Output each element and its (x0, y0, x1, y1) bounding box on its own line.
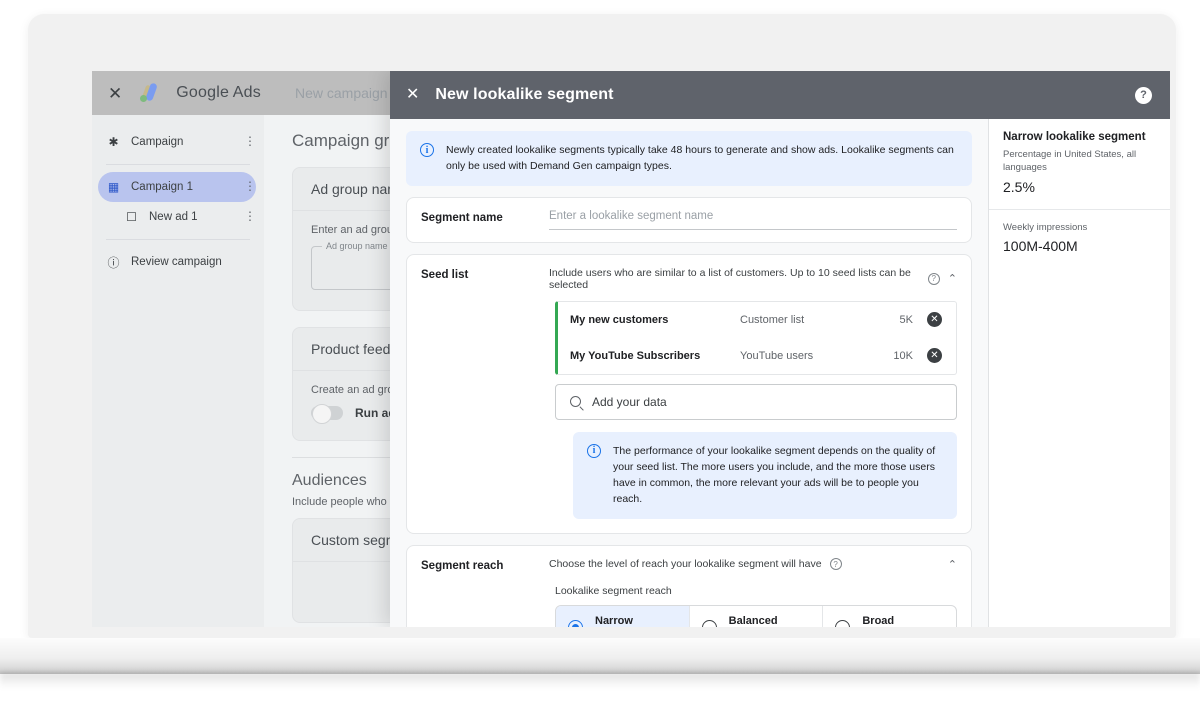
remove-seed-button[interactable]: ✕ (927, 348, 942, 363)
laptop-base (0, 638, 1200, 674)
radio-icon (702, 620, 717, 627)
summary-value: 2.5% (1003, 179, 1156, 195)
seed-list-label: Seed list (421, 267, 549, 521)
option-title: Broad (862, 615, 894, 627)
seed-list-card: Seed list Include users who are similar … (406, 254, 972, 534)
info-icon: i (420, 143, 434, 157)
remove-seed-button[interactable]: ✕ (927, 312, 942, 327)
divider (106, 164, 250, 165)
reach-sub-label: Lookalike segment reach (555, 585, 957, 597)
input-legend: Ad group name (322, 241, 392, 251)
segment-reach-card: Segment reach Choose the level of reach … (406, 545, 972, 627)
laptop-mockup: ✕ Google Ads New campaign ✱ Campaign ⋮ (0, 0, 1200, 702)
seed-name: My YouTube Subscribers (570, 350, 740, 362)
add-your-data-input[interactable]: Add your data (555, 384, 957, 420)
chevron-up-icon[interactable]: ⌃ (948, 272, 957, 285)
table-row[interactable]: My new customers Customer list 5K ✕ (558, 302, 956, 338)
more-options-icon[interactable]: ⋮ (244, 213, 256, 220)
seed-type: Customer list (740, 314, 869, 326)
seed-count: 5K (869, 314, 913, 326)
banner-text: Newly created lookalike segments typical… (446, 142, 958, 175)
seed-count: 10K (869, 350, 913, 362)
impressions-value: 100M-400M (1003, 238, 1156, 254)
radio-option-broad[interactable]: Broad 10% (823, 606, 956, 627)
seed-name: My new customers (570, 314, 740, 326)
laptop-screen: ✕ Google Ads New campaign ✱ Campaign ⋮ (92, 71, 1170, 627)
laptop-shadow (0, 672, 1200, 688)
chevron-up-icon[interactable]: ⌃ (948, 558, 957, 571)
sidebar-item-label: New ad 1 (149, 211, 234, 223)
seed-list-info-banner: i The performance of your lookalike segm… (573, 432, 957, 519)
run-ads-toggle[interactable] (311, 406, 343, 420)
dialog-title: New lookalike segment (435, 86, 613, 104)
table-row[interactable]: My YouTube Subscribers YouTube users 10K… (558, 338, 956, 374)
impressions-label: Weekly impressions (1003, 222, 1156, 233)
help-icon[interactable]: ? (928, 273, 940, 285)
seed-list-table: My new customers Customer list 5K ✕ My Y… (555, 301, 957, 375)
close-icon[interactable]: ✕ (406, 87, 419, 103)
banner-text: The performance of your lookalike segmen… (613, 443, 943, 508)
square-icon: ☐ (124, 210, 139, 224)
radio-option-narrow[interactable]: Narrow 2.5% (556, 606, 690, 627)
divider (106, 239, 250, 240)
summary-impressions-block: Weekly impressions 100M-400M (989, 210, 1170, 268)
google-ads-app: ✕ Google Ads New campaign ✱ Campaign ⋮ (92, 71, 1170, 627)
search-placeholder: Add your data (592, 395, 667, 409)
radio-icon (568, 620, 583, 627)
info-icon: ⓘ (106, 254, 121, 271)
sidebar-item-campaign-1[interactable]: ▦ Campaign 1 ⋮ (98, 172, 256, 202)
seed-type: YouTube users (740, 350, 869, 362)
sidebar-item-campaign[interactable]: ✱ Campaign ⋮ (98, 127, 256, 157)
option-title: Balanced (729, 615, 778, 627)
top-info-banner: i Newly created lookalike segments typic… (406, 131, 972, 186)
summary-reach-block: Narrow lookalike segment Percentage in U… (989, 119, 1170, 210)
summary-subtitle: Percentage in United States, all languag… (1003, 149, 1156, 174)
app-brand: Google Ads (176, 84, 261, 102)
sidebar-item-label: Campaign (131, 136, 234, 148)
option-title: Narrow (595, 615, 633, 627)
segment-reach-description: Choose the level of reach your lookalike… (549, 558, 822, 570)
asterisk-icon: ✱ (106, 135, 121, 149)
radio-option-balanced[interactable]: Balanced 5% (690, 606, 824, 627)
segment-name-card: Segment name Enter a lookalike segment n… (406, 197, 972, 243)
sidebar-item-review-campaign[interactable]: ⓘ Review campaign (98, 247, 256, 277)
more-options-icon[interactable]: ⋮ (244, 138, 256, 145)
laptop-lid: ✕ Google Ads New campaign ✱ Campaign ⋮ (28, 14, 1176, 638)
help-icon[interactable]: ? (830, 558, 842, 570)
segment-name-label: Segment name (421, 210, 549, 230)
search-icon (570, 396, 581, 407)
lookalike-reach-radio-group: Narrow 2.5% Balanced (555, 605, 957, 627)
sidebar-item-new-ad-1[interactable]: ☐ New ad 1 ⋮ (98, 202, 256, 232)
segment-reach-label: Segment reach (421, 558, 549, 627)
breadcrumb: New campaign (295, 85, 388, 101)
close-icon[interactable]: ✕ (108, 85, 122, 102)
dialog-header: ✕ New lookalike segment ? (390, 71, 1170, 119)
seed-list-description: Include users who are similar to a list … (549, 267, 920, 291)
more-options-icon[interactable]: ⋮ (244, 183, 256, 190)
help-icon[interactable]: ? (1135, 87, 1152, 104)
sidebar-item-label: Campaign 1 (131, 181, 234, 193)
summary-title: Narrow lookalike segment (1003, 131, 1156, 143)
segment-name-input[interactable]: Enter a lookalike segment name (549, 210, 957, 230)
app-sidebar: ✱ Campaign ⋮ ▦ Campaign 1 ⋮ ☐ New ad 1 ⋮ (92, 115, 264, 627)
sidebar-item-label: Review campaign (131, 256, 256, 268)
summary-panel: Narrow lookalike segment Percentage in U… (988, 119, 1170, 627)
radio-icon (835, 620, 850, 627)
new-lookalike-segment-dialog: ✕ New lookalike segment ? i Newly create… (390, 71, 1170, 627)
dialog-content: i Newly created lookalike segments typic… (390, 119, 988, 627)
google-ads-logo (138, 82, 160, 104)
grid-icon: ▦ (106, 180, 121, 194)
info-icon: i (587, 444, 601, 458)
